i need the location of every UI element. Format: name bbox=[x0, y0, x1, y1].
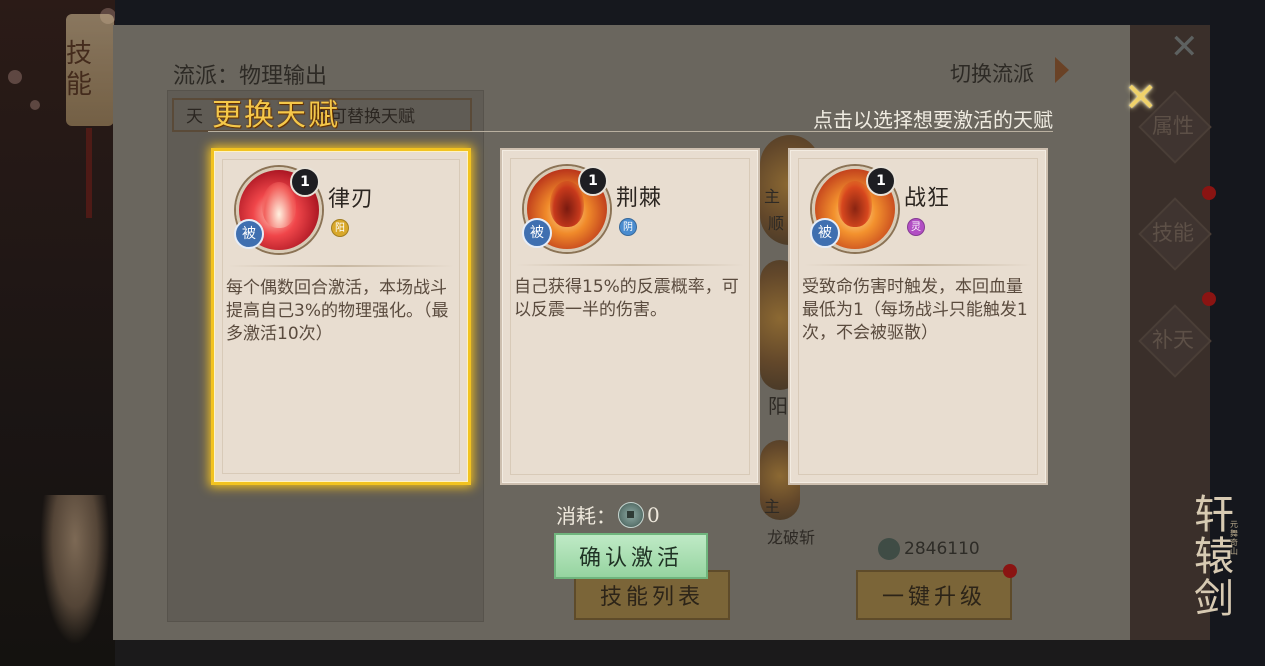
talent-description: 受致命伤害时触发，本回血量最低为1（每场战斗只能触发1次，不会被驱散） bbox=[802, 277, 1028, 343]
blossom-icon bbox=[30, 100, 40, 110]
primary-mark: 主 bbox=[764, 497, 781, 516]
character-figure bbox=[40, 495, 110, 645]
talent-description: 每个偶数回合激活，本场战斗提高自己3%的物理强化。（最多激活10次） bbox=[226, 278, 449, 344]
skill-side-tab-label: 技能 bbox=[66, 38, 93, 100]
hint-box-left: 天 bbox=[186, 107, 203, 127]
notification-dot bbox=[1202, 292, 1216, 306]
primary-mark: 主 bbox=[764, 187, 781, 206]
talent-card[interactable]: 1 被 荆棘 阴 自己获得15%的反震概率，可以反震一半的伤害。 bbox=[500, 148, 760, 485]
coin-icon bbox=[878, 538, 900, 560]
dialog-hint: 点击以选择想要激活的天赋 bbox=[813, 108, 1053, 132]
cost-label: 消耗： bbox=[556, 504, 616, 528]
yin-element-icon: 阴 bbox=[619, 218, 637, 236]
notification-dot bbox=[1003, 564, 1017, 578]
currency-amount: 2846110 bbox=[904, 539, 980, 559]
currency-display: 2846110 bbox=[878, 538, 980, 560]
tab-skills-label: 技能 bbox=[1152, 221, 1194, 245]
close-dialog-icon[interactable]: ✕ bbox=[1124, 78, 1158, 118]
tassel-decoration bbox=[86, 128, 92, 218]
talent-name: 荆棘 bbox=[616, 186, 663, 211]
skill-name-partial: 顺 bbox=[768, 214, 785, 233]
coin-icon bbox=[618, 501, 644, 528]
switch-school-button[interactable]: 切换流派 bbox=[950, 58, 1034, 88]
card-divider bbox=[804, 264, 1032, 266]
blossom-icon bbox=[8, 70, 22, 84]
chevron-right-icon[interactable] bbox=[1055, 57, 1069, 83]
level-badge: 1 bbox=[290, 167, 320, 197]
talent-card[interactable]: 1 被 战狂 灵 受致命伤害时触发，本回血量最低为1（每场战斗只能触发1次，不会… bbox=[788, 148, 1048, 485]
close-icon[interactable]: ✕ bbox=[1170, 30, 1199, 64]
cost-value: 0 bbox=[647, 502, 660, 527]
level-badge: 1 bbox=[866, 166, 896, 196]
yang-element-icon: 阳 bbox=[331, 219, 349, 237]
tab-butian[interactable]: 补天 bbox=[1138, 304, 1208, 374]
card-divider bbox=[228, 265, 454, 267]
skill-name-partial: 阳 bbox=[768, 394, 788, 418]
talent-name: 战狂 bbox=[904, 186, 951, 211]
one-key-upgrade-button[interactable]: 一键升级 bbox=[856, 570, 1012, 620]
game-logo-subtitle: 元舞奇山 bbox=[1230, 520, 1238, 556]
notification-dot bbox=[1202, 186, 1216, 200]
passive-badge: 被 bbox=[810, 218, 840, 248]
skill-name: 龙破斩 bbox=[767, 528, 816, 547]
bottom-strip bbox=[115, 640, 1210, 666]
card-divider bbox=[516, 264, 744, 266]
tab-skills[interactable]: 技能 bbox=[1138, 197, 1208, 267]
spirit-element-icon: 灵 bbox=[907, 218, 925, 236]
confirm-activate-button[interactable]: 确认激活 bbox=[554, 533, 708, 579]
activation-cost: 消耗： 0 bbox=[556, 500, 660, 529]
game-logo: 轩辕剑 元舞奇山 bbox=[1188, 494, 1248, 644]
tab-attributes-label: 属性 bbox=[1152, 114, 1194, 138]
dialog-divider bbox=[208, 131, 1053, 132]
passive-badge: 被 bbox=[234, 219, 264, 249]
passive-badge: 被 bbox=[522, 218, 552, 248]
school-label: 流派：物理输出 bbox=[173, 64, 328, 89]
tab-butian-label: 补天 bbox=[1152, 328, 1194, 352]
level-badge: 1 bbox=[578, 166, 608, 196]
top-strip bbox=[115, 0, 1210, 25]
talent-card[interactable]: 1 被 律刃 阳 每个偶数回合激活，本场战斗提高自己3%的物理强化。（最多激活1… bbox=[211, 148, 471, 485]
talent-description: 自己获得15%的反震概率，可以反震一半的伤害。 bbox=[514, 277, 739, 320]
dialog-title: 更换天赋 bbox=[212, 98, 340, 133]
talent-name: 律刃 bbox=[328, 187, 375, 212]
game-logo-title: 轩辕剑 bbox=[1194, 492, 1234, 622]
skill-side-tab[interactable]: 技能 bbox=[66, 14, 114, 126]
